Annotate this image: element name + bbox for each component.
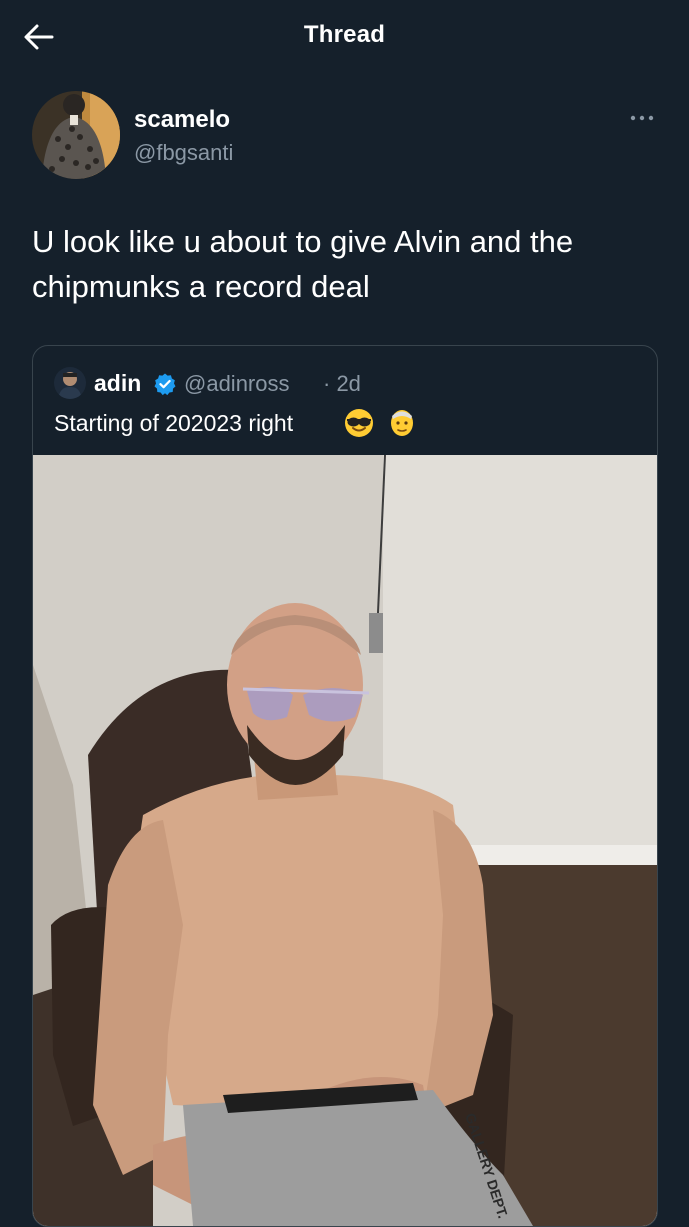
older-person-emoji-icon bbox=[391, 410, 413, 436]
display-name[interactable]: scamelo bbox=[134, 106, 230, 134]
quoted-tweet-text: Starting of 202023 right bbox=[54, 410, 294, 436]
quoted-tweet-card[interactable]: adin @adinross · 2d Starting of 202023 r… bbox=[32, 345, 658, 1227]
quoted-handle[interactable]: @adinross bbox=[184, 371, 290, 397]
quoted-avatar[interactable] bbox=[54, 367, 86, 399]
quoted-display-name[interactable]: adin bbox=[94, 370, 141, 397]
avatar[interactable] bbox=[32, 91, 120, 179]
tweet-text: U look like u about to give Alvin and th… bbox=[32, 224, 574, 304]
top-bar: Thread bbox=[0, 0, 689, 74]
page-title: Thread bbox=[303, 21, 386, 48]
sunglasses-emoji-icon bbox=[345, 409, 373, 437]
quoted-tweet-photo[interactable]: GALLERY DEPT. bbox=[33, 455, 657, 1226]
quoted-timestamp[interactable]: · 2d bbox=[323, 371, 361, 397]
verified-badge-icon bbox=[154, 373, 176, 396]
user-handle[interactable]: @fbgsanti bbox=[134, 140, 233, 166]
ellipsis-icon bbox=[630, 115, 654, 121]
more-options-button[interactable] bbox=[628, 106, 658, 130]
